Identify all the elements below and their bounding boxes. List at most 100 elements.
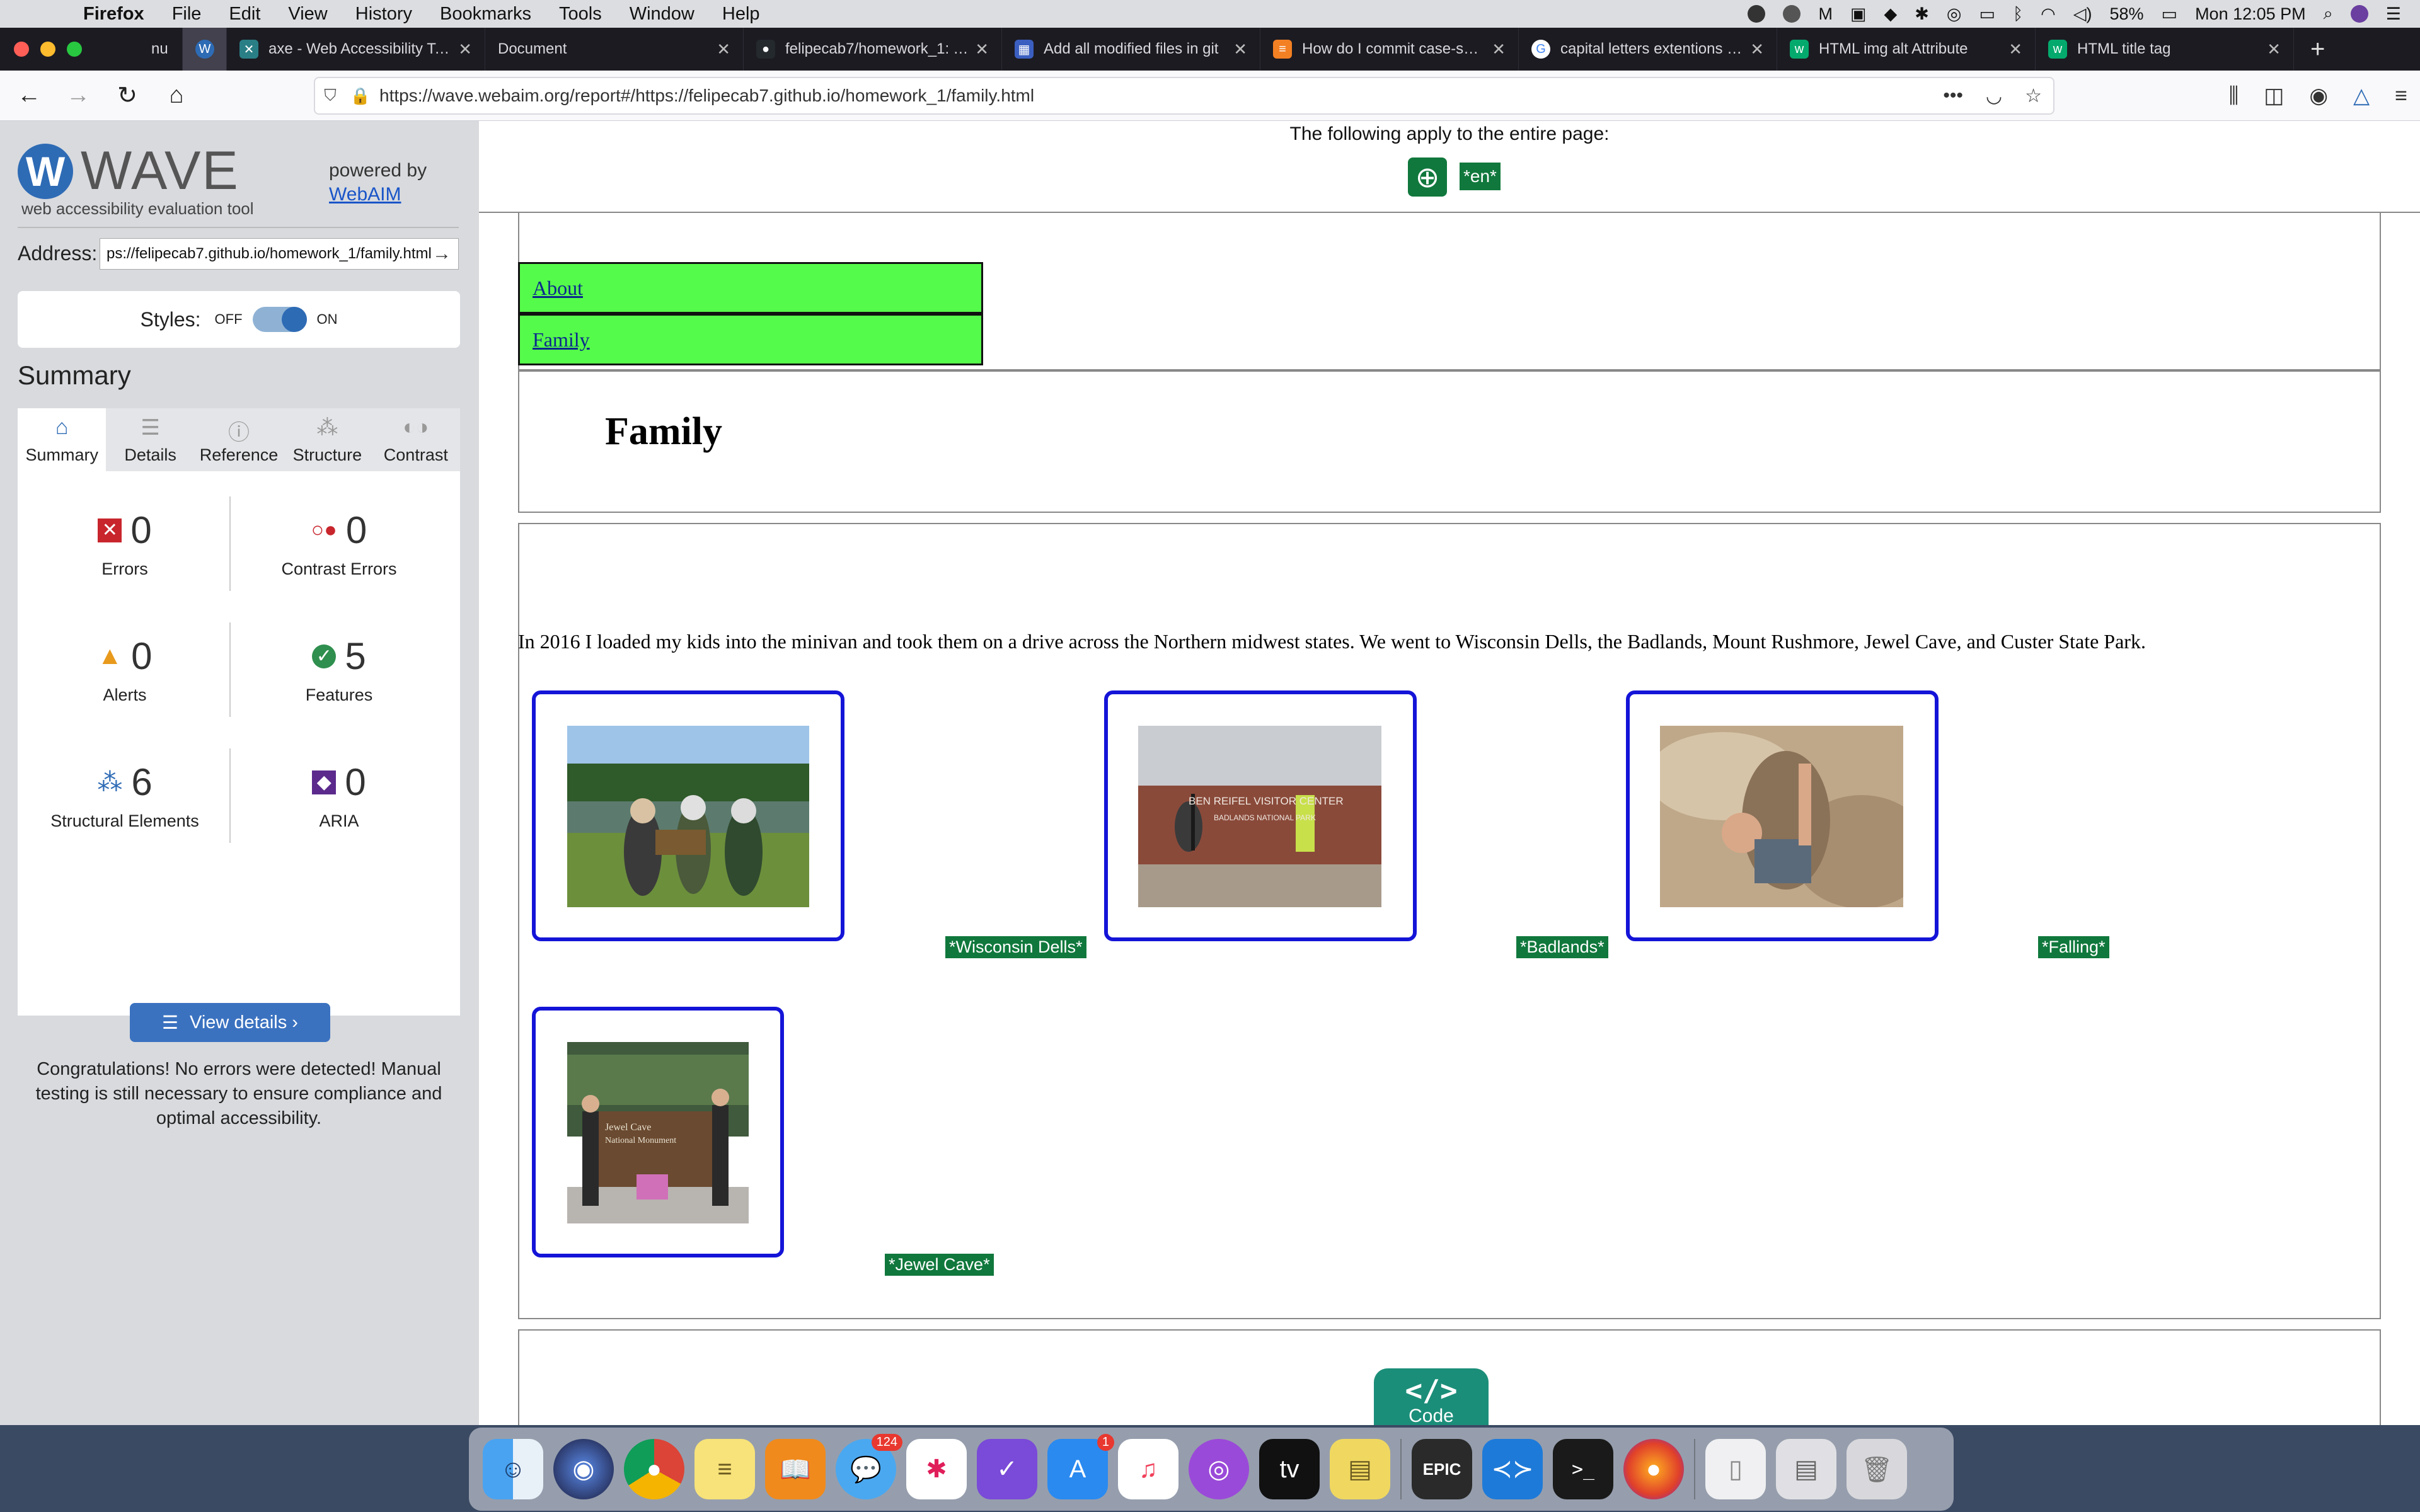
tab-summary[interactable]: ⌂ Summary bbox=[18, 408, 107, 471]
tab-close-icon[interactable]: ✕ bbox=[1750, 40, 1764, 59]
battery-icon[interactable]: ▭ bbox=[2162, 4, 2178, 24]
volume-icon[interactable]: ◁) bbox=[2073, 4, 2092, 24]
epic-games-icon[interactable]: EPIC bbox=[1412, 1439, 1472, 1499]
address-go-arrow-icon[interactable]: → bbox=[426, 238, 458, 270]
bookmark-star-icon[interactable]: ☆ bbox=[2014, 85, 2053, 107]
menu-bookmarks[interactable]: Bookmarks bbox=[426, 4, 545, 25]
finder-icon[interactable]: ☺ bbox=[483, 1439, 543, 1499]
menu-history[interactable]: History bbox=[342, 4, 426, 25]
menu-file[interactable]: File bbox=[158, 4, 216, 25]
stat-errors[interactable]: ✕ 0 Errors bbox=[18, 484, 232, 604]
menu-window[interactable]: Window bbox=[616, 4, 708, 25]
terminal-icon[interactable]: >_ bbox=[1553, 1439, 1613, 1499]
tab-reference[interactable]: ⓘ Reference bbox=[195, 408, 283, 471]
creative-cloud-icon[interactable]: ◎ bbox=[1947, 4, 1962, 24]
tab-w3schools-title[interactable]: w HTML title tag ✕ bbox=[2036, 28, 2294, 71]
tab-git-add[interactable]: ▦ Add all modified files in git ✕ bbox=[1002, 28, 1260, 71]
alt-text-badge[interactable]: *Jewel Cave* bbox=[885, 1254, 994, 1276]
tab-close-icon[interactable]: ✕ bbox=[1233, 40, 1247, 59]
malwarebytes-icon[interactable]: M bbox=[1818, 4, 1833, 24]
document-file-icon[interactable]: ▯ bbox=[1705, 1439, 1766, 1499]
tab-nu[interactable]: nu bbox=[139, 28, 183, 71]
language-globe-icon[interactable]: ⊕ bbox=[1408, 158, 1447, 197]
podcasts-icon[interactable]: ◎ bbox=[1189, 1439, 1249, 1499]
account-icon[interactable]: ◉ bbox=[2309, 83, 2328, 108]
firefox-icon[interactable]: ● bbox=[1623, 1439, 1684, 1499]
language-badge[interactable]: *en* bbox=[1460, 163, 1501, 190]
close-window-button[interactable] bbox=[14, 42, 29, 57]
hamburger-menu-icon[interactable]: ≡ bbox=[2395, 84, 2407, 108]
minimize-window-button[interactable] bbox=[40, 42, 55, 57]
tab-github[interactable]: ● felipecab7/homework_1: The ✕ bbox=[744, 28, 1002, 71]
url-bar[interactable]: ⛉ 🔒 https://wave.webaim.org/report#/http… bbox=[314, 77, 2054, 115]
messages-icon[interactable]: 💬 124 bbox=[836, 1434, 902, 1499]
tab-stackoverflow[interactable]: ≡ How do I commit case-sensitive ✕ bbox=[1260, 28, 1519, 71]
tracking-shield-icon[interactable]: ⛉ bbox=[315, 86, 345, 106]
bluetooth-icon[interactable]: ᛒ bbox=[2013, 4, 2023, 24]
menu-tools[interactable]: Tools bbox=[545, 4, 616, 25]
code-toggle-button[interactable]: </> Code bbox=[1374, 1368, 1489, 1425]
back-button[interactable]: ← bbox=[9, 76, 49, 116]
lock-icon[interactable]: 🔒 bbox=[345, 86, 376, 106]
menu-app-name[interactable]: Firefox bbox=[69, 4, 158, 25]
tab-contrast[interactable]: ◐◑ Contrast bbox=[372, 408, 460, 471]
app-store-icon[interactable]: A1 bbox=[1047, 1434, 1114, 1499]
tab-details[interactable]: ☰ Details bbox=[106, 408, 194, 471]
sidebar-toggle-icon[interactable]: ◫ bbox=[2264, 83, 2284, 108]
apple-tv-icon[interactable]: tv bbox=[1259, 1439, 1320, 1499]
url-text[interactable]: https://wave.webaim.org/report#/https://… bbox=[376, 86, 1932, 106]
alt-text-badge[interactable]: *Wisconsin Dells* bbox=[945, 936, 1086, 958]
alt-text-badge[interactable]: *Badlands* bbox=[1516, 936, 1608, 958]
address-input[interactable]: ps://felipecab7.github.io/homework_1/fam… bbox=[100, 238, 459, 270]
airplay-icon[interactable]: ▭ bbox=[1979, 4, 1995, 24]
status-icon[interactable] bbox=[1783, 5, 1801, 23]
user-avatar-icon[interactable] bbox=[2350, 5, 2368, 23]
menu-help[interactable]: Help bbox=[708, 4, 774, 25]
stat-contrast-errors[interactable]: ○● 0 Contrast Errors bbox=[232, 484, 446, 604]
stat-features[interactable]: ✓ 5 Features bbox=[232, 610, 446, 730]
menu-view[interactable]: View bbox=[274, 4, 341, 25]
reload-button[interactable]: ↻ bbox=[107, 76, 147, 116]
forward-button[interactable]: → bbox=[58, 76, 98, 116]
styles-toggle[interactable] bbox=[252, 307, 307, 332]
nav-link-family[interactable]: Family bbox=[518, 314, 983, 365]
trash-icon[interactable]: 🗑 bbox=[1847, 1439, 1907, 1499]
tab-google[interactable]: G capital letters extentions html ✕ bbox=[1519, 28, 1777, 71]
tab-structure[interactable]: ⁂ Structure bbox=[283, 408, 371, 471]
stat-aria[interactable]: ◆ 0 ARIA bbox=[232, 736, 446, 856]
page-actions-icon[interactable]: ••• bbox=[1932, 85, 1974, 106]
nav-link-about[interactable]: About bbox=[518, 262, 983, 314]
stickies-icon[interactable]: ▤ bbox=[1330, 1439, 1390, 1499]
siri-icon[interactable]: ◉ bbox=[553, 1439, 614, 1499]
slack-tray-icon[interactable]: ✱ bbox=[1915, 4, 1929, 24]
tab-close-icon[interactable]: ✕ bbox=[1492, 40, 1506, 59]
tab-close-icon[interactable]: ✕ bbox=[2008, 40, 2022, 59]
slack-icon[interactable]: ✱ bbox=[906, 1439, 967, 1499]
pocket-icon[interactable]: ◡ bbox=[1974, 85, 2014, 107]
view-details-button[interactable]: ☰ View details › bbox=[130, 1003, 330, 1042]
chrome-icon[interactable]: ● bbox=[624, 1439, 684, 1499]
wifi-icon[interactable]: ◠ bbox=[2041, 4, 2056, 24]
tab-wave-active[interactable]: W bbox=[183, 28, 227, 71]
tab-close-icon[interactable]: ✕ bbox=[2267, 40, 2281, 59]
new-tab-button[interactable]: + bbox=[2294, 35, 2341, 64]
clock[interactable]: Mon 12:05 PM bbox=[2195, 4, 2306, 24]
music-icon[interactable]: ♫ bbox=[1118, 1439, 1178, 1499]
tab-w3schools-img-alt[interactable]: w HTML img alt Attribute ✕ bbox=[1777, 28, 2036, 71]
downloads-stack-icon[interactable]: ▤ bbox=[1776, 1439, 1836, 1499]
tab-close-icon[interactable]: ✕ bbox=[458, 40, 472, 59]
stat-alerts[interactable]: ▲ 0 Alerts bbox=[18, 610, 232, 730]
wave-extension-icon[interactable]: △ bbox=[2353, 83, 2370, 108]
dropbox-icon[interactable]: ◆ bbox=[1884, 4, 1898, 24]
menu-edit[interactable]: Edit bbox=[215, 4, 274, 25]
zoom-window-button[interactable] bbox=[67, 42, 82, 57]
vscode-icon[interactable]: ≺≻ bbox=[1482, 1439, 1543, 1499]
stat-structural[interactable]: ⁂ 6 Structural Elements bbox=[18, 736, 232, 856]
record-icon[interactable] bbox=[1748, 5, 1766, 23]
spotlight-icon[interactable]: ⌕ bbox=[2324, 4, 2333, 24]
library-icon[interactable]: ⫼ bbox=[2229, 84, 2239, 108]
books-icon[interactable]: 📖 bbox=[765, 1439, 826, 1499]
tab-close-icon[interactable]: ✕ bbox=[717, 40, 730, 59]
bitwarden-icon[interactable]: ▣ bbox=[1850, 4, 1867, 24]
webaim-link[interactable]: WebAIM bbox=[329, 184, 401, 205]
